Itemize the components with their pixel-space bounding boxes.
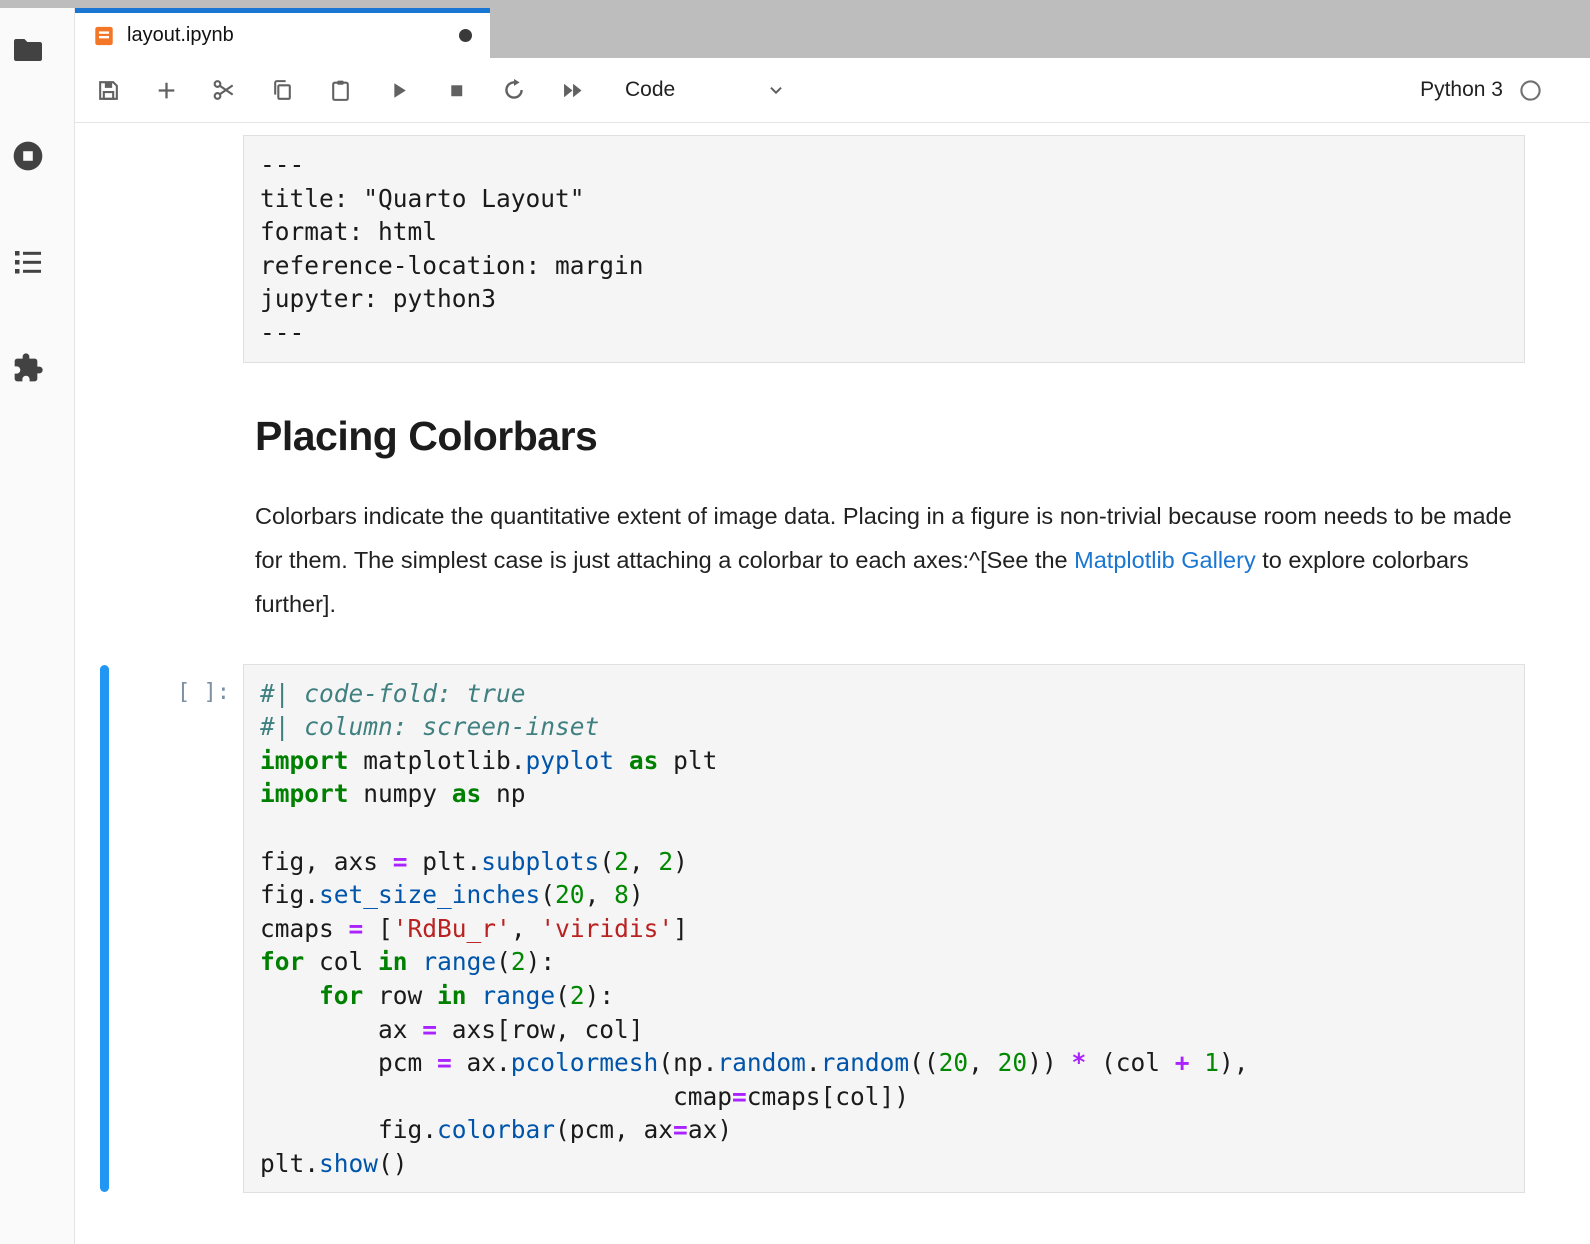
save-button[interactable]	[79, 68, 137, 112]
markdown-heading: Placing Colorbars	[255, 413, 1521, 460]
window-chrome	[0, 0, 76, 8]
kernel-name[interactable]: Python 3	[1420, 78, 1503, 102]
fast-forward-icon	[559, 77, 586, 104]
stop-circle-icon	[11, 139, 45, 173]
left-sidebar	[0, 0, 75, 1244]
sidebar-item-table-of-contents[interactable]	[0, 245, 56, 279]
cut-cells-button[interactable]	[195, 68, 253, 112]
matplotlib-gallery-link[interactable]: Matplotlib Gallery	[1074, 547, 1256, 573]
markdown-cell-gutter	[75, 363, 243, 664]
jupyterlab-app: layout.ipynb	[0, 0, 1590, 1244]
restart-kernel-button[interactable]	[485, 68, 543, 112]
notebook-file-icon	[93, 25, 115, 47]
execution-prompt: [ ]:	[177, 680, 230, 705]
sidebar-item-extension-manager[interactable]	[0, 351, 56, 385]
save-icon	[96, 78, 121, 103]
markdown-cell: Placing Colorbars Colorbars indicate the…	[75, 363, 1590, 664]
chevron-down-icon	[765, 79, 787, 101]
cell-type-value: Code	[625, 78, 675, 102]
markdown-rendered: Placing Colorbars Colorbars indicate the…	[243, 363, 1525, 664]
main-area: layout.ipynb	[75, 0, 1590, 1244]
active-cell-indicator[interactable]	[100, 665, 109, 1193]
notebook-content: --- title: "Quarto Layout" format: html …	[75, 123, 1590, 1244]
sidebar-item-running-sessions[interactable]	[0, 139, 56, 173]
code-cell-gutter: [ ]:	[75, 664, 243, 1194]
restart-run-all-button[interactable]	[543, 68, 601, 112]
folder-icon	[12, 36, 44, 64]
kernel-status-icon	[1519, 79, 1542, 102]
notebook-toolbar: Code Python 3	[75, 58, 1590, 123]
scissors-icon	[211, 77, 237, 103]
run-cell-button[interactable]	[369, 68, 427, 112]
puzzle-icon	[12, 352, 44, 384]
plus-icon	[154, 78, 179, 103]
raw-cell-gutter	[75, 135, 243, 363]
kernel-indicator: Python 3	[1420, 78, 1542, 102]
insert-cell-button[interactable]	[137, 68, 195, 112]
copy-cells-button[interactable]	[253, 68, 311, 112]
raw-cell-source[interactable]: --- title: "Quarto Layout" format: html …	[243, 135, 1525, 363]
copy-icon	[270, 78, 295, 103]
dirty-indicator[interactable]	[459, 29, 472, 42]
cell-type-dropdown[interactable]: Code	[625, 78, 787, 102]
play-icon	[386, 78, 411, 103]
list-icon	[12, 247, 44, 277]
tab-bar: layout.ipynb	[75, 0, 1590, 58]
interrupt-kernel-button[interactable]	[427, 68, 485, 112]
tab-title: layout.ipynb	[127, 24, 234, 47]
restart-icon	[501, 77, 527, 103]
clipboard-icon	[328, 78, 353, 103]
code-cell-source[interactable]: #| code-fold: true#| column: screen-inse…	[243, 664, 1525, 1194]
paste-cells-button[interactable]	[311, 68, 369, 112]
tab-layout-ipynb[interactable]: layout.ipynb	[75, 8, 490, 58]
markdown-paragraph: Colorbars indicate the quantitative exte…	[255, 494, 1521, 626]
stop-icon	[444, 78, 469, 103]
sidebar-item-file-browser[interactable]	[0, 33, 56, 67]
code-cell: [ ]: #| code-fold: true#| column: screen…	[75, 664, 1590, 1194]
raw-cell: --- title: "Quarto Layout" format: html …	[75, 135, 1590, 363]
